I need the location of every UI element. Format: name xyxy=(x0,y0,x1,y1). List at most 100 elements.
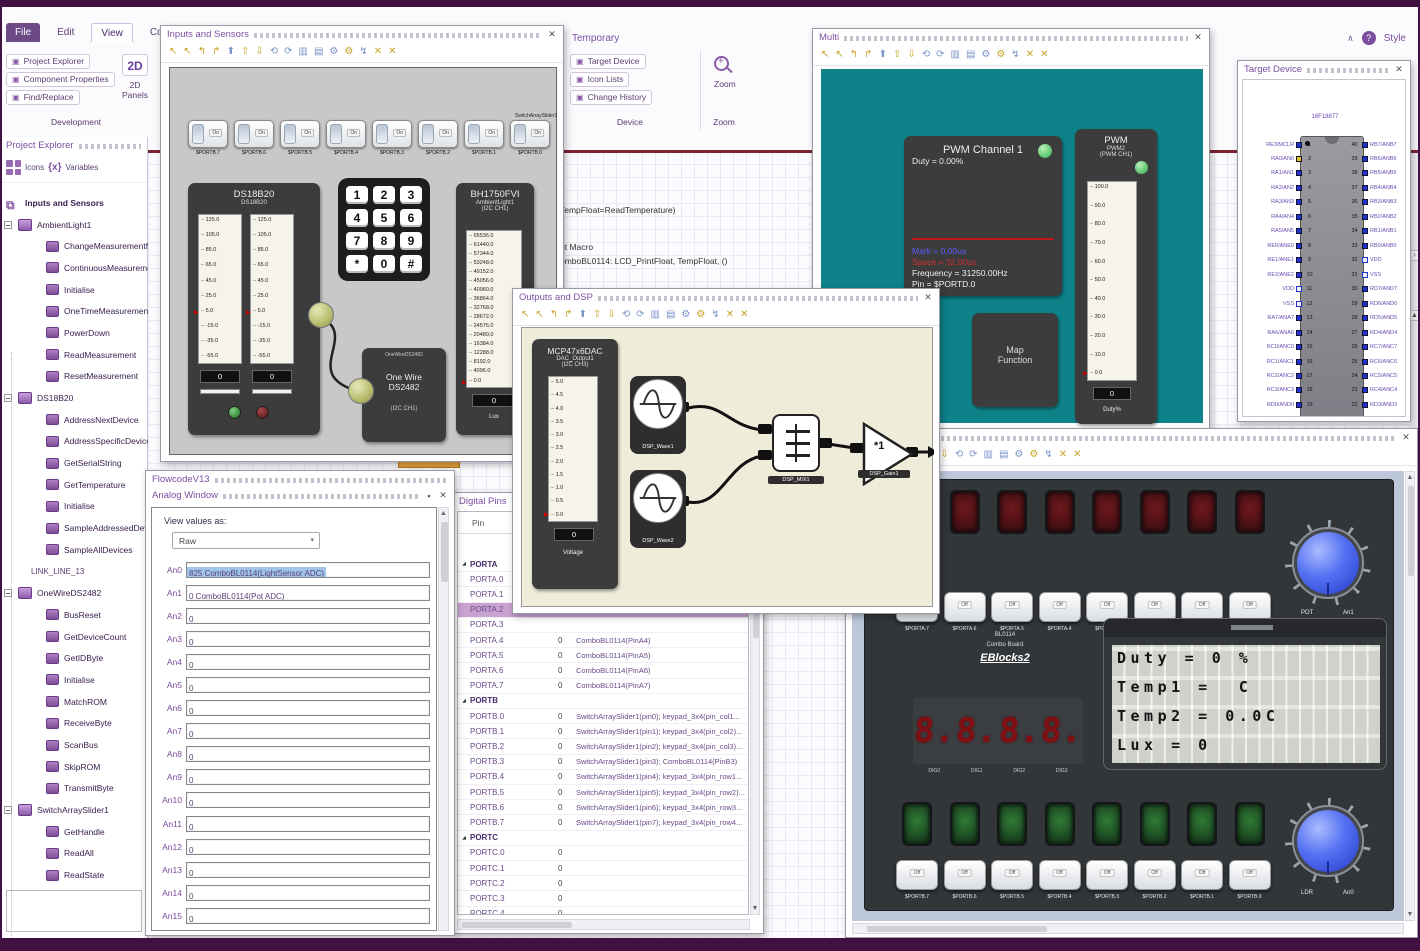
switch-handle[interactable] xyxy=(238,124,250,144)
board-button[interactable]: Off xyxy=(1133,860,1176,890)
pin-row[interactable]: PORTC.3 0 xyxy=(458,891,748,907)
pot-knob[interactable] xyxy=(1285,520,1371,606)
pin-row[interactable]: VDD 11 30 RD7/AND7 xyxy=(1252,286,1405,293)
pin-square[interactable] xyxy=(1296,184,1302,191)
tree-item[interactable]: BusReset xyxy=(0,604,148,626)
board-button[interactable]: Off xyxy=(1038,860,1081,890)
switch-handle[interactable] xyxy=(330,124,342,144)
toolbar-icon[interactable]: ↖ xyxy=(183,47,191,57)
tree-item[interactable]: AddressSpecificDevice xyxy=(0,431,148,453)
toolbar-icon[interactable]: ▤ xyxy=(314,47,323,57)
tree-item[interactable]: ResetMeasurement xyxy=(0,366,148,388)
switch[interactable]: On xyxy=(372,120,412,148)
one-wire-connector[interactable] xyxy=(348,378,374,404)
temperature-scale-2[interactable]: 125.0105.085.065.045.025.05.0-15.0-35.0-… xyxy=(250,214,294,364)
toolbar-icon[interactable]: ↖ xyxy=(521,310,529,320)
pin-row[interactable]: PORTA.4 0 ComboBL0114(PinA4) xyxy=(458,633,748,649)
pin-square[interactable] xyxy=(1296,141,1302,148)
toolbar-icon[interactable]: ↖ xyxy=(535,310,543,320)
toolbar-icon[interactable]: ⟲ xyxy=(922,50,930,60)
pin-row[interactable]: RA1/AN1 3 38 RB5/ANB5 xyxy=(1252,170,1405,177)
dsp-wave2-component[interactable]: DSP_Wave2 xyxy=(630,470,686,548)
tree-item[interactable]: SampleAllDevices xyxy=(0,539,148,561)
tree-item[interactable]: GetDeviceCount xyxy=(0,626,148,648)
pin-row[interactable]: RE2/ANE2 10 31 VSS xyxy=(1252,271,1405,278)
toolbar-icon[interactable]: ⟳ xyxy=(636,310,644,320)
board-button[interactable]: Off xyxy=(943,860,986,890)
toolbar-icon[interactable]: ▤ xyxy=(966,50,975,60)
analog-input[interactable]: 0 xyxy=(186,630,430,647)
toolbar-icon[interactable]: ⚙ xyxy=(1029,450,1038,460)
tree-item[interactable]: Initialise xyxy=(0,496,148,518)
toolbar-icon[interactable]: ⇩ xyxy=(907,50,915,60)
pin-square[interactable] xyxy=(1362,358,1368,365)
keypad-key[interactable]: 7 xyxy=(346,232,368,250)
pin-row[interactable]: PORTB.0 0 SwitchArraySlider1(pin0); keyp… xyxy=(458,709,748,725)
pin-square[interactable] xyxy=(1362,315,1368,322)
tree-item[interactable]: SwitchArraySlider1 xyxy=(0,799,148,821)
keypad-key[interactable]: 2 xyxy=(373,186,395,204)
toolbar-icon[interactable]: ↯ xyxy=(1011,50,1019,60)
pin-row[interactable]: PORTA.3 xyxy=(458,618,748,634)
pin-square[interactable] xyxy=(1296,358,1302,365)
pin-square[interactable] xyxy=(1296,257,1302,264)
toolbar-icon[interactable]: ✕ xyxy=(374,47,382,57)
switch[interactable]: On xyxy=(464,120,504,148)
close-icon[interactable]: ✕ xyxy=(923,292,933,303)
pin-square[interactable] xyxy=(1362,387,1368,394)
switch-handle[interactable] xyxy=(376,124,388,144)
pin-row[interactable]: PORTC.4 0 xyxy=(458,907,748,914)
pin-square[interactable] xyxy=(1362,329,1368,336)
tree-item[interactable]: MatchROM xyxy=(0,691,148,713)
horizontal-scrollbar[interactable] xyxy=(852,923,1404,934)
horizontal-scrollbar[interactable] xyxy=(457,919,750,930)
duty-scale[interactable]: 100.090.080.070.060.050.040.030.020.010.… xyxy=(1087,181,1137,381)
toolbar-icon[interactable]: ✕ xyxy=(1059,450,1067,460)
toolbar-icon[interactable]: ↖ xyxy=(169,47,177,57)
board-button[interactable]: Off xyxy=(1038,592,1081,622)
icons-tab[interactable]: Icons xyxy=(25,163,44,172)
tree-item[interactable]: ChangeMeasurementMode xyxy=(0,235,148,257)
analog-input[interactable]: 0 xyxy=(186,607,430,624)
pin-row[interactable]: VSS 12 29 RD6/AND6 xyxy=(1252,300,1405,307)
board-button[interactable]: Off xyxy=(991,592,1033,622)
expander-icon[interactable] xyxy=(4,394,12,403)
keypad-key[interactable]: # xyxy=(400,255,422,273)
pin-row[interactable]: PORTC.2 0 xyxy=(458,876,748,892)
pin-row[interactable]: PORTB.3 0 SwitchArraySlider1(pin3); Comb… xyxy=(458,755,748,770)
pin-row[interactable]: RC2/ANC2 17 24 RC5/ANC5 xyxy=(1252,373,1405,380)
pin-square[interactable] xyxy=(1296,170,1302,177)
expander-icon[interactable] xyxy=(458,561,470,567)
expander-icon[interactable] xyxy=(4,806,12,815)
toolbar-icon[interactable]: ✕ xyxy=(388,47,396,57)
dsp-wave1-component[interactable]: DSP_Wave1 xyxy=(630,376,686,454)
tree-item[interactable]: DS18B20 xyxy=(0,387,148,409)
toolbar-icon[interactable]: ▤ xyxy=(999,450,1008,460)
variables-icon[interactable]: {x} xyxy=(48,162,61,173)
toolbar-icon[interactable]: ⚙ xyxy=(344,47,353,57)
pin-row[interactable]: RA4/AN4 6 35 RB2/ANB2 xyxy=(1252,213,1405,220)
board-button[interactable]: Off xyxy=(1086,860,1128,890)
toolbar-icon[interactable]: ✕ xyxy=(726,310,734,320)
pin-row[interactable]: RE1/ANE1 9 32 VDD xyxy=(1252,257,1405,264)
pin-row[interactable]: RA7/ANA7 13 28 RD5/AND5 xyxy=(1252,315,1405,322)
expander-icon[interactable] xyxy=(4,589,12,598)
pin-square[interactable] xyxy=(1362,184,1368,191)
tree-item[interactable]: GetSerialString xyxy=(0,452,148,474)
pin-row[interactable]: RC0/ANC0 15 26 RC7/ANC7 xyxy=(1252,344,1405,351)
pin-square[interactable] xyxy=(1362,141,1368,148)
keypad-key[interactable]: 8 xyxy=(373,232,395,250)
expander-icon[interactable] xyxy=(458,835,470,841)
toolbar-icon[interactable]: ⚙ xyxy=(681,310,690,320)
eblocks-board[interactable]: Off $PORTA.7 Off $PORTA.6 Off $PORTA.5 O… xyxy=(864,479,1394,911)
pin-square[interactable] xyxy=(1296,155,1302,162)
analog-input[interactable]: 0 xyxy=(186,700,430,717)
pin-square[interactable] xyxy=(1362,257,1368,264)
analog-input[interactable]: 0 ComboBL0114(Pot ADC) xyxy=(186,584,430,601)
pin-square[interactable] xyxy=(1296,401,1302,408)
style-menu[interactable]: Style xyxy=(1384,33,1406,44)
pin-row[interactable]: PORTC xyxy=(458,831,748,846)
board-button[interactable]: Off xyxy=(1181,860,1223,890)
board-button[interactable]: Off xyxy=(896,860,938,890)
toolbar-icon[interactable]: ⚙ xyxy=(696,310,705,320)
